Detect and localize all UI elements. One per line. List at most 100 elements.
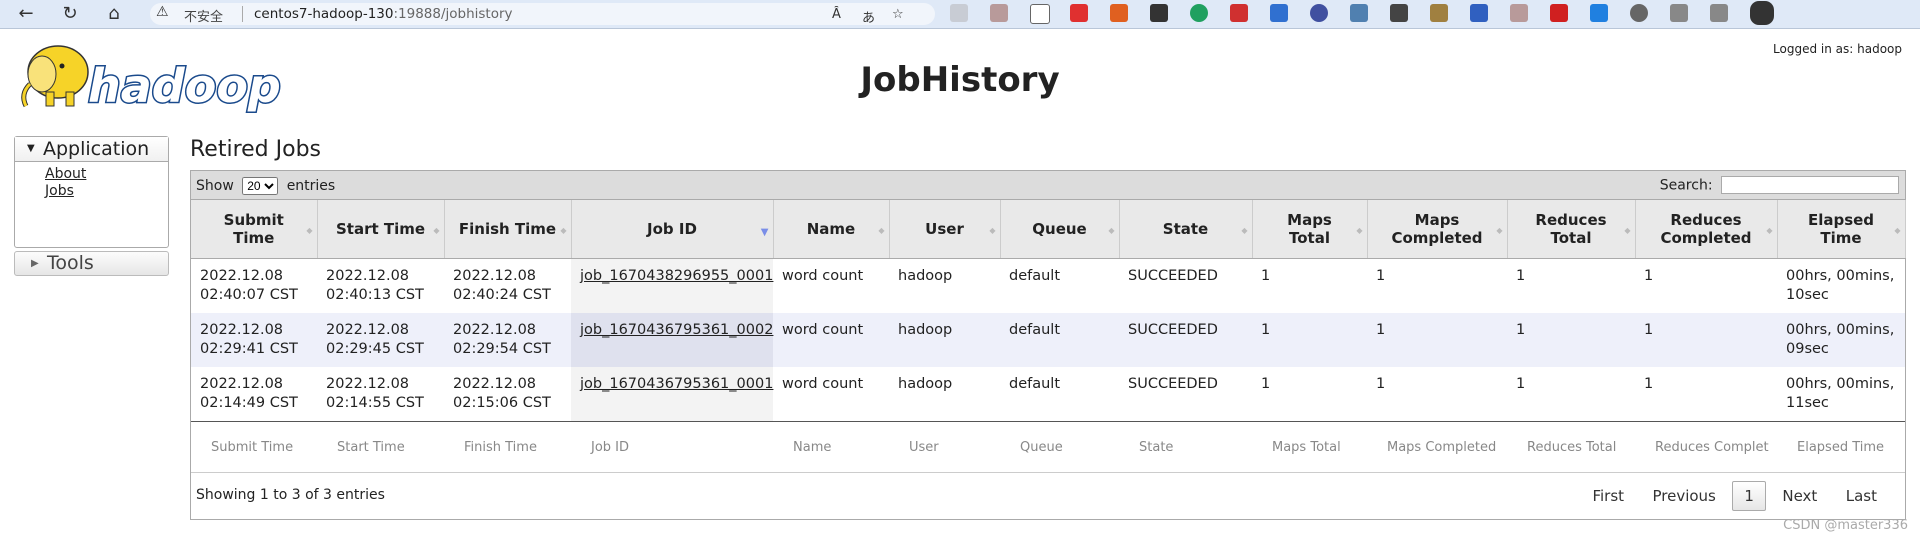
sort-icon: ◆ <box>306 226 313 235</box>
pager-current-page[interactable]: 1 <box>1732 481 1766 511</box>
column-header-label: User <box>925 220 964 238</box>
column-filter-label[interactable]: Name <box>773 421 889 472</box>
triangle-down-icon: ▼ <box>27 143 35 154</box>
column-filter-label[interactable]: Reduces Total <box>1507 421 1635 472</box>
triangle-right-icon: ▶ <box>31 258 39 269</box>
column-header[interactable]: Finish Time ◆ <box>444 200 572 259</box>
sidebar-application-label: Application <box>43 138 150 160</box>
extension-icon[interactable] <box>1430 4 1448 22</box>
refresh-icon[interactable]: ↻ <box>56 2 84 26</box>
table-row: 2022.12.08 02:29:41 CST 2022.12.08 02:29:… <box>191 313 1905 367</box>
column-filter-label[interactable]: Job ID <box>571 421 773 472</box>
table-cell: 1 <box>1367 313 1507 367</box>
column-header[interactable]: Start Time ◆ <box>317 200 445 259</box>
table-cell: 1 <box>1367 367 1507 422</box>
entries-label: entries <box>286 178 336 194</box>
table-cell: 2022.12.08 02:40:13 CST <box>317 258 444 313</box>
column-header[interactable]: Maps Completed ◆ <box>1367 200 1508 259</box>
column-header-label: Reduces Completed <box>1660 211 1752 247</box>
sidebar-tools-label: Tools <box>47 252 94 274</box>
column-filter-label[interactable]: Queue <box>1000 421 1119 472</box>
sidebar-application-panel: ▼ Application About Jobs <box>14 136 169 248</box>
back-icon[interactable]: ← <box>12 2 40 26</box>
column-header[interactable]: Reduces Total ◆ <box>1507 200 1636 259</box>
extension-icon[interactable] <box>1470 4 1488 22</box>
extension-icon[interactable] <box>1350 4 1368 22</box>
column-filter-label[interactable]: User <box>889 421 1000 472</box>
column-filter-label[interactable]: Maps Completed <box>1367 421 1507 472</box>
extension-icon[interactable] <box>1110 4 1128 22</box>
column-header[interactable]: State ◆ <box>1119 200 1253 259</box>
column-header[interactable]: Submit Time ◆ <box>191 200 318 259</box>
job-id-link[interactable]: job_1670438296955_0001 <box>580 268 773 284</box>
pager-first[interactable]: First <box>1580 481 1636 511</box>
column-header[interactable]: Reduces Completed ◆ <box>1635 200 1778 259</box>
extension-icon[interactable] <box>1150 4 1168 22</box>
pager-next[interactable]: Next <box>1770 481 1829 511</box>
table-cell: job_1670438296955_0001 <box>571 258 773 313</box>
pagination: First Previous 1 Next Last <box>1580 481 1889 511</box>
pager-previous[interactable]: Previous <box>1640 481 1727 511</box>
sidebar-link-jobs[interactable]: Jobs <box>45 183 168 200</box>
job-id-link[interactable]: job_1670436795361_0002 <box>580 322 773 338</box>
table-cell: word count <box>773 258 889 313</box>
favorites-icon[interactable] <box>1670 4 1688 22</box>
job-id-link[interactable]: job_1670436795361_0001 <box>580 376 773 392</box>
extension-icon[interactable] <box>1190 4 1208 22</box>
home-icon[interactable]: ⌂ <box>100 2 128 26</box>
sort-icon: ◆ <box>433 226 440 235</box>
column-header-label: Submit Time <box>223 211 284 247</box>
address-bar[interactable]: ⚠ 不安全 centos7-hadoop-130:19888/jobhistor… <box>150 3 935 26</box>
show-label: Show <box>196 178 234 194</box>
extension-icon[interactable] <box>1390 4 1408 22</box>
sort-icon: ◆ <box>989 226 996 235</box>
column-header-label: Queue <box>1032 220 1087 238</box>
column-filter-label[interactable]: Start Time <box>317 421 444 472</box>
extension-icon[interactable] <box>1070 4 1088 22</box>
column-header[interactable]: Maps Total ◆ <box>1252 200 1368 259</box>
column-header[interactable]: Elapsed Time ◆ <box>1777 200 1906 259</box>
extension-icon[interactable] <box>1550 4 1568 22</box>
column-header[interactable]: Job ID ▼ <box>571 200 774 259</box>
table-cell: 2022.12.08 02:29:45 CST <box>317 313 444 367</box>
search-input[interactable] <box>1721 176 1899 194</box>
table-cell: 00hrs, 00mins, 09sec <box>1777 313 1905 367</box>
entries-select[interactable]: 20 <box>242 177 279 195</box>
jobs-table: Submit Time ◆ Start Time ◆ Finish Time ◆ Job I… <box>191 200 1906 472</box>
extension-icon[interactable] <box>1270 4 1288 22</box>
column-filter-label[interactable]: Maps Total <box>1252 421 1367 472</box>
column-filter-label[interactable]: Elapsed Time <box>1777 421 1905 472</box>
table-cell: 1 <box>1507 367 1635 422</box>
extension-icon[interactable] <box>1590 4 1608 22</box>
extension-icon[interactable] <box>1510 4 1528 22</box>
column-header[interactable]: User ◆ <box>889 200 1001 259</box>
table-cell: 1 <box>1252 313 1367 367</box>
collections-icon[interactable] <box>1710 4 1728 22</box>
extension-icon[interactable] <box>950 4 968 22</box>
avatar[interactable] <box>1750 1 1774 25</box>
sidebar-link-about[interactable]: About <box>45 166 168 183</box>
column-header[interactable]: Name ◆ <box>773 200 890 259</box>
table-cell: default <box>1000 367 1119 422</box>
bookmark-icon[interactable] <box>1030 4 1050 24</box>
column-header[interactable]: Queue ◆ <box>1000 200 1120 259</box>
extensions-icon[interactable] <box>1630 4 1648 22</box>
extension-icon[interactable] <box>1230 4 1248 22</box>
sidebar-tools-header[interactable]: ▶ Tools <box>14 251 169 276</box>
pager-last[interactable]: Last <box>1834 481 1889 511</box>
sidebar-application-header[interactable]: ▼ Application <box>15 137 168 162</box>
table-cell: 2022.12.08 02:14:49 CST <box>191 367 317 422</box>
url-text[interactable]: centos7-hadoop-130:19888/jobhistory <box>254 6 513 22</box>
column-header-label: Job ID <box>647 220 697 238</box>
column-filter-label[interactable]: Submit Time <box>191 421 317 472</box>
column-filter-label[interactable]: Reduces Complet <box>1635 421 1777 472</box>
column-header-label: Elapsed Time <box>1807 211 1875 247</box>
translate-icon[interactable]: あ <box>862 7 875 26</box>
extension-icon[interactable] <box>990 4 1008 22</box>
column-filter-label[interactable]: Finish Time <box>444 421 571 472</box>
favorite-icon[interactable]: ☆ <box>892 7 904 22</box>
extension-icon[interactable] <box>1310 4 1328 22</box>
column-filter-label[interactable]: State <box>1119 421 1252 472</box>
table-cell: SUCCEEDED <box>1119 367 1252 422</box>
read-aloud-icon[interactable]: Ȃ <box>832 7 841 22</box>
